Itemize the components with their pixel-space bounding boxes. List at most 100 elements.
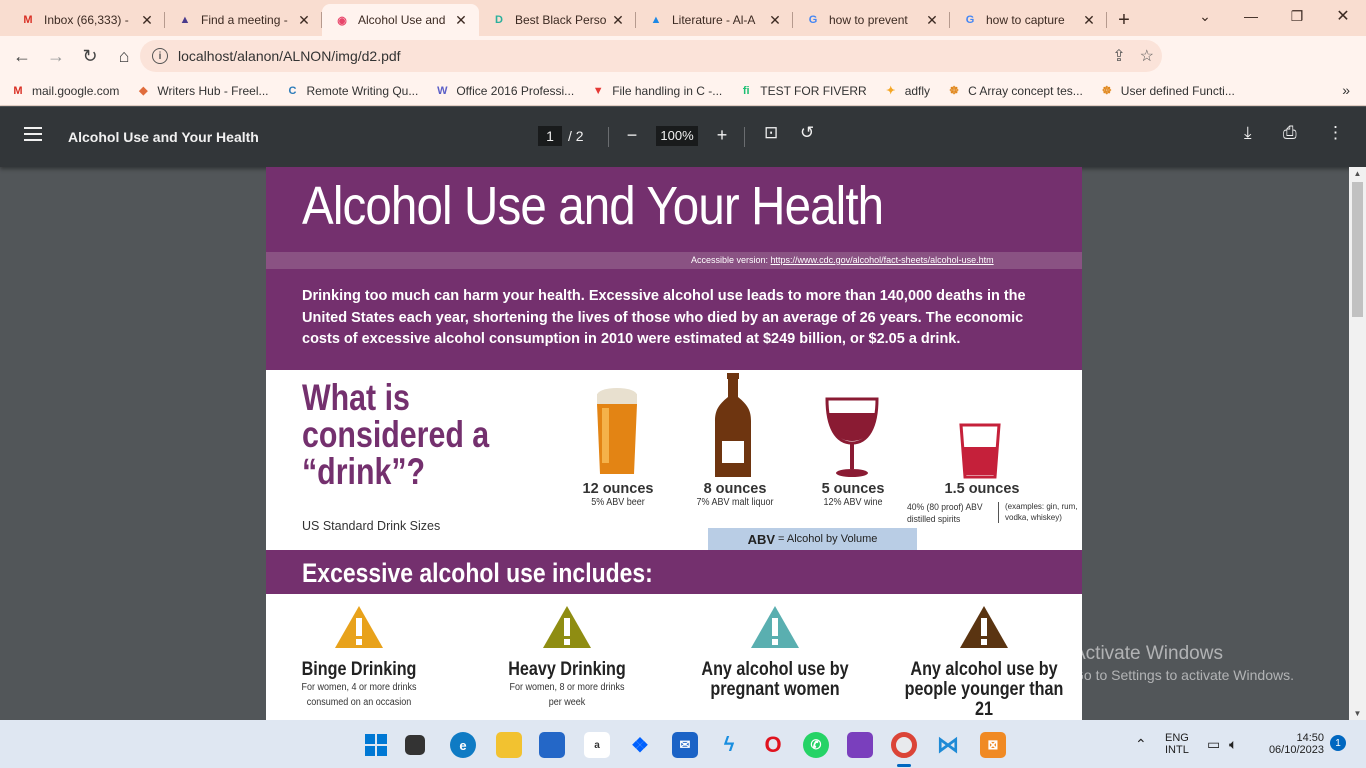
zoom-level-input[interactable]: 100% xyxy=(656,125,698,146)
pdf-scrollbar[interactable]: ▲ ▼ xyxy=(1349,167,1366,720)
pdf-more-options-icon[interactable]: ⋮ xyxy=(1327,123,1344,143)
tab-search-icon[interactable]: ⌄ xyxy=(1182,0,1228,32)
browser-tab[interactable]: ▲ Find a meeting - ✕ xyxy=(165,4,322,36)
volume-icon[interactable]: 🔈︎ xyxy=(1229,720,1237,768)
adfly-icon: ✦ xyxy=(886,85,896,97)
print-icon[interactable]: ⎙ xyxy=(1283,123,1297,143)
restore-button[interactable]: ❐ xyxy=(1274,0,1320,32)
writers-hub-icon: ◆ xyxy=(139,85,148,97)
bookmark-item[interactable]: Mmail.google.com xyxy=(10,83,119,99)
dropbox-icon[interactable]: ❖ xyxy=(627,732,653,758)
clock[interactable]: 14:50 06/10/2023 xyxy=(1262,720,1324,768)
winrar-icon[interactable] xyxy=(847,732,873,758)
accessible-link[interactable]: https://www.cdc.gov/alcohol/fact-sheets/… xyxy=(771,255,994,265)
pdf-page: Alcohol Use and Your Health Accessible v… xyxy=(266,167,1082,720)
bookmark-item[interactable]: ☸ C Array concept tes... xyxy=(946,83,1083,99)
store-icon[interactable] xyxy=(539,732,565,758)
address-bar[interactable]: i localhost/alanon/ALNON/img/d2.pdf ⇪ ☆ xyxy=(140,40,1162,72)
warning-title: 21 xyxy=(975,699,993,720)
browser-toolbar: ← → ↻ ⌂ i localhost/alanon/ALNON/img/d2.… xyxy=(0,36,1366,96)
spirits-note: 40% (80 proof) ABV distilled spirits xyxy=(907,502,983,526)
site-info-icon[interactable]: i xyxy=(152,48,168,64)
bookmark-item[interactable]: fi TEST FOR FIVERR xyxy=(738,83,867,99)
close-tab-icon[interactable]: ✕ xyxy=(1081,12,1097,29)
drink-heading: What is considered a “drink”? xyxy=(302,379,489,490)
forward-button[interactable]: → xyxy=(40,40,72,72)
warning-title: Any alcohol use by xyxy=(701,659,849,680)
close-window-button[interactable]: ✕ xyxy=(1320,0,1366,32)
network-icon[interactable]: ▭ xyxy=(1207,720,1220,768)
close-tab-icon[interactable]: ✕ xyxy=(767,12,783,29)
drink-description: 7% ABV malt liquor xyxy=(696,497,774,508)
page-number-input[interactable]: 1 xyxy=(538,126,562,146)
reload-button[interactable]: ↻ xyxy=(74,40,106,72)
scroll-down-arrow[interactable]: ▼ xyxy=(1349,709,1366,718)
browser-tab[interactable]: Ghow to prevent ✕ xyxy=(793,4,950,36)
bookmark-label: C Array concept tes... xyxy=(968,83,1083,98)
bookmark-item[interactable]: ◆ Writers Hub - Freel... xyxy=(135,83,268,99)
fit-page-icon[interactable]: ⊡ xyxy=(764,123,778,143)
vscode-icon[interactable]: ⋈ xyxy=(935,732,961,758)
bookmark-star-icon[interactable]: ☆ xyxy=(1140,46,1154,66)
close-tab-icon[interactable]: ✕ xyxy=(296,12,312,29)
bookmark-item[interactable]: ▼ File handling in C -... xyxy=(590,83,723,99)
drink-amount: 12 ounces xyxy=(582,481,654,497)
scrollbar-thumb[interactable] xyxy=(1352,182,1363,317)
drink-amount: 5 ounces xyxy=(821,481,885,497)
accessible-version-bar: Accessible version: https://www.cdc.gov/… xyxy=(266,252,1082,269)
back-button[interactable]: ← xyxy=(6,40,38,72)
mail-icon[interactable]: ✉ xyxy=(672,732,698,758)
pdf-title: Alcohol Use and Your Health xyxy=(68,129,259,145)
notification-badge[interactable]: 1 xyxy=(1330,735,1346,751)
browser-tab[interactable]: Ghow to capture ✕ xyxy=(950,4,1107,36)
rotate-icon[interactable]: ↺ xyxy=(800,123,814,143)
file-explorer-icon[interactable] xyxy=(496,732,522,758)
bookmark-item[interactable]: ☸ User defined Functi... xyxy=(1099,83,1235,99)
close-tab-icon[interactable]: ✕ xyxy=(453,12,469,29)
bookmark-label: Office 2016 Professi... xyxy=(456,83,575,98)
lightning-app-icon[interactable]: ϟ xyxy=(716,732,742,758)
clock-time: 14:50 xyxy=(1296,732,1324,744)
pdf-menu-icon[interactable] xyxy=(24,127,42,145)
bookmark-label: File handling in C -... xyxy=(612,83,723,98)
zoom-controls: − 100% + xyxy=(620,125,734,146)
underage-card: Any alcohol use by people younger than 2… xyxy=(884,604,1082,720)
more-bookmarks-button[interactable]: » xyxy=(1342,82,1350,98)
bookmark-item[interactable]: ✦ adfly xyxy=(883,83,930,99)
whatsapp-icon[interactable]: ✆ xyxy=(803,732,829,758)
close-tab-icon[interactable]: ✕ xyxy=(924,12,940,29)
scroll-up-arrow[interactable]: ▲ xyxy=(1349,169,1366,178)
xampp-icon[interactable]: ⊠ xyxy=(980,732,1006,758)
pdf-download-icon[interactable]: ⤓ xyxy=(1244,123,1252,143)
edge-icon[interactable]: e xyxy=(450,732,476,758)
lang-primary: ENG xyxy=(1165,732,1189,744)
browser-tab[interactable]: ◉ Alcohol Use and ✕ xyxy=(322,4,479,36)
url-text[interactable]: localhost/alanon/ALNON/img/d2.pdf xyxy=(178,48,401,64)
chrome-icon[interactable] xyxy=(891,732,917,758)
amazon-icon[interactable]: a xyxy=(584,732,610,758)
close-tab-icon[interactable]: ✕ xyxy=(610,12,626,29)
start-button[interactable] xyxy=(363,732,389,758)
tray-overflow-icon[interactable]: ⌃ xyxy=(1135,720,1147,768)
new-tab-button[interactable]: + xyxy=(1107,4,1141,36)
bottle-icon xyxy=(715,373,751,477)
opera-icon[interactable]: O xyxy=(760,732,786,758)
bookmark-item[interactable]: C Remote Writing Qu... xyxy=(285,83,419,99)
browser-tab[interactable]: D Best Black Perso ✕ xyxy=(479,4,636,36)
zoom-in-button[interactable]: + xyxy=(710,125,734,146)
language-indicator[interactable]: ENG INTL xyxy=(1165,720,1189,768)
task-view-icon[interactable] xyxy=(405,735,425,755)
browser-tab[interactable]: ▲ Literature - Al-A ✕ xyxy=(636,4,793,36)
home-button[interactable]: ⌂ xyxy=(108,40,140,72)
bookmark-label: adfly xyxy=(904,83,931,98)
zoom-out-button[interactable]: − xyxy=(620,125,644,146)
tab-list: M Inbox (66,333) - ✕ ▲ Find a meeting - ✕ ◉ Alc… xyxy=(0,4,1107,36)
browser-tab[interactable]: M Inbox (66,333) - ✕ xyxy=(8,4,165,36)
minimize-button[interactable]: — xyxy=(1228,0,1274,32)
close-tab-icon[interactable]: ✕ xyxy=(139,12,155,29)
title-banner: Alcohol Use and Your Health xyxy=(266,167,1082,252)
c-array-icon: ☸ xyxy=(949,85,959,97)
accessible-label: Accessible version: xyxy=(691,255,771,265)
share-icon[interactable]: ⇪ xyxy=(1112,46,1125,66)
bookmark-item[interactable]: W Office 2016 Professi... xyxy=(434,83,574,99)
